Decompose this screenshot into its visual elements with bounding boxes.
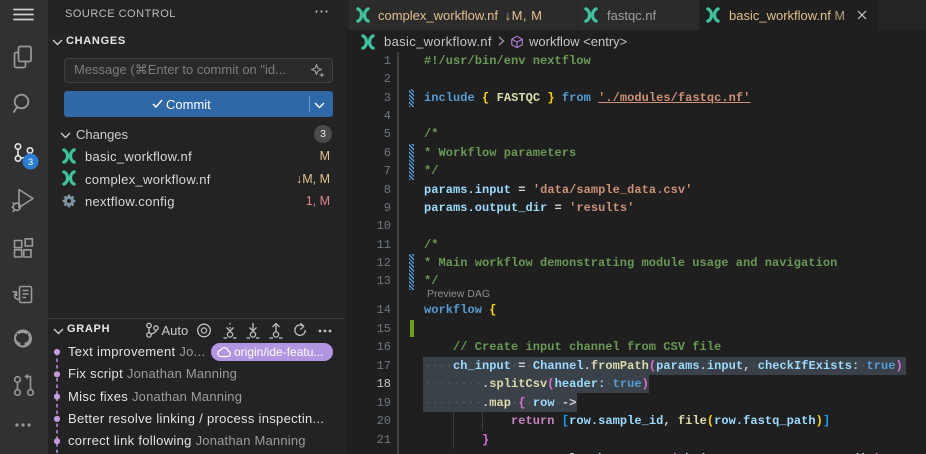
svg-text:3: 3 <box>28 157 33 168</box>
